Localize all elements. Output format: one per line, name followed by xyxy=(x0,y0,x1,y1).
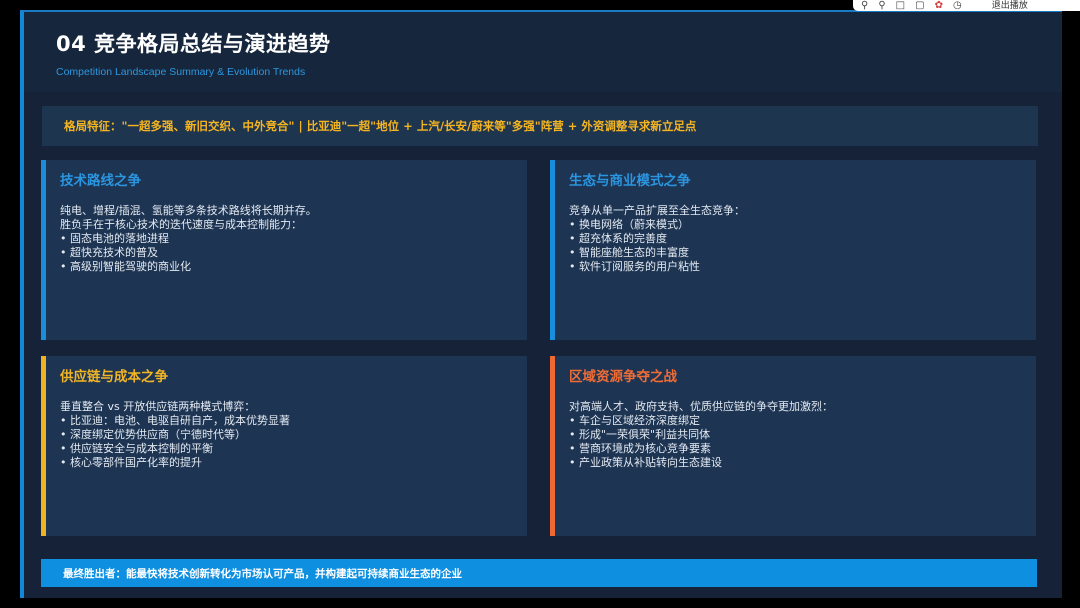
card-bullet: 固态电池的落地进程 xyxy=(60,232,513,246)
card-bullet: 软件订阅服务的用户粘性 xyxy=(569,260,1022,274)
card-bullet: 智能座舱生态的丰富度 xyxy=(569,246,1022,260)
card-title: 供应链与成本之争 xyxy=(60,369,168,385)
banner-text: 格局特征："一超多强、新旧交织、中外竞合" | 比亚迪"一超"地位 + 上汽/长… xyxy=(64,119,697,133)
zoom-icon[interactable]: ⚲ xyxy=(878,1,885,11)
card-bullet: 营商环境成为核心竞争要素 xyxy=(569,442,1022,456)
slide: 04 竞争格局总结与演进趋势 Competition Landscape Sum… xyxy=(20,10,1062,598)
slide-header: 04 竞争格局总结与演进趋势 Competition Landscape Sum… xyxy=(24,12,1062,92)
card-bullet: 比亚迪：电池、电驱自研自产，成本优势显著 xyxy=(60,414,513,428)
card-bullet: 超充体系的完善度 xyxy=(569,232,1022,246)
history-icon[interactable]: ◷ xyxy=(953,1,962,11)
card-body: 垂直整合 vs 开放供应链两种模式博弈： 比亚迪：电池、电驱自研自产，成本优势显… xyxy=(60,400,513,470)
landscape-banner: 格局特征："一超多强、新旧交织、中外竞合" | 比亚迪"一超"地位 + 上汽/长… xyxy=(42,106,1038,146)
card-supply-chain: 供应链与成本之争 垂直整合 vs 开放供应链两种模式博弈： 比亚迪：电池、电驱自… xyxy=(41,356,527,536)
sign-icon[interactable]: ✿ xyxy=(935,1,943,11)
card-title: 技术路线之争 xyxy=(60,173,141,189)
search-icon[interactable]: ⚲ xyxy=(861,1,868,11)
card-line: 胜负手在于核心技术的迭代速度与成本控制能力： xyxy=(60,218,302,231)
copy-icon[interactable]: □ xyxy=(896,1,905,11)
card-bullet: 高级别智能驾驶的商业化 xyxy=(60,260,513,274)
card-regional-resources: 区域资源争夺之战 对高端人才、政府支持、优质供应链的争夺更加激烈： 车企与区域经… xyxy=(550,356,1036,536)
card-bullet: 核心零部件国产化率的提升 xyxy=(60,456,513,470)
card-body: 竞争从单一产品扩展至全生态竞争： 换电网络（蔚来模式） 超充体系的完善度 智能座… xyxy=(569,204,1022,274)
card-line: 对高端人才、政府支持、优质供应链的争夺更加激烈： xyxy=(569,400,833,413)
card-line: 竞争从单一产品扩展至全生态竞争： xyxy=(569,204,745,217)
card-bullet: 换电网络（蔚来模式） xyxy=(569,218,1022,232)
card-bullet: 超快充技术的普及 xyxy=(60,246,513,260)
page-title: 04 竞争格局总结与演进趋势 xyxy=(56,32,331,56)
card-tech-route: 技术路线之争 纯电、增程/插混、氢能等多条技术路线将长期并存。 胜负手在于核心技… xyxy=(41,160,527,340)
card-bullet: 供应链安全与成本控制的平衡 xyxy=(60,442,513,456)
card-bullet: 车企与区域经济深度绑定 xyxy=(569,414,1022,428)
card-line: 纯电、增程/插混、氢能等多条技术路线将长期并存。 xyxy=(60,204,317,217)
card-title: 生态与商业模式之争 xyxy=(569,173,691,189)
conclusion-text: 最终胜出者：能最快将技术创新转化为市场认可产品，并构建起可持续商业生态的企业 xyxy=(63,567,462,580)
page-subtitle: Competition Landscape Summary & Evolutio… xyxy=(56,66,306,78)
exit-presentation-button[interactable]: 退出播放 xyxy=(992,1,1028,11)
card-line: 垂直整合 vs 开放供应链两种模式博弈： xyxy=(60,400,256,413)
card-bullet: 形成"一荣俱荣"利益共同体 xyxy=(569,428,1022,442)
share-icon[interactable]: ▢ xyxy=(915,1,924,11)
conclusion-bar: 最终胜出者：能最快将技术创新转化为市场认可产品，并构建起可持续商业生态的企业 xyxy=(41,559,1037,587)
presentation-toolbar: ⚲ ⚲ □ ▢ ✿ ◷ 退出播放 xyxy=(853,0,1080,11)
card-ecosystem: 生态与商业模式之争 竞争从单一产品扩展至全生态竞争： 换电网络（蔚来模式） 超充… xyxy=(550,160,1036,340)
card-bullet: 产业政策从补贴转向生态建设 xyxy=(569,456,1022,470)
card-bullet: 深度绑定优势供应商（宁德时代等） xyxy=(60,428,513,442)
card-body: 纯电、增程/插混、氢能等多条技术路线将长期并存。 胜负手在于核心技术的迭代速度与… xyxy=(60,204,513,274)
card-body: 对高端人才、政府支持、优质供应链的争夺更加激烈： 车企与区域经济深度绑定 形成"… xyxy=(569,400,1022,470)
card-title: 区域资源争夺之战 xyxy=(569,369,677,385)
